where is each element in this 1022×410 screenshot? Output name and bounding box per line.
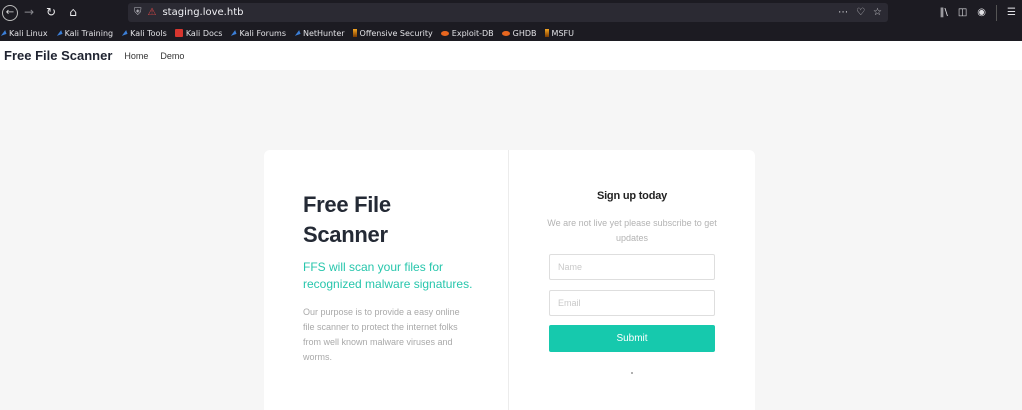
menu-icon[interactable]: ☰: [1007, 7, 1016, 18]
bookmark-exploit-db[interactable]: Exploit-DB: [440, 28, 494, 38]
hero-title: Free File Scanner: [303, 192, 391, 247]
pocket-icon[interactable]: ♡: [856, 7, 865, 18]
bookmark-nethunter[interactable]: NetHunter: [293, 28, 345, 38]
decorative-dot: [631, 372, 633, 374]
site-header: Free File Scanner Home Demo: [0, 41, 1022, 70]
offsec-icon: [352, 29, 357, 37]
toolbar-divider: [996, 4, 998, 21]
submit-button[interactable]: Submit: [549, 325, 715, 352]
url-text[interactable]: staging.love.htb: [162, 7, 243, 18]
bookmark-label: Kali Forums: [239, 28, 286, 38]
signup-note: We are not live yet please subscribe to …: [547, 218, 717, 243]
browser-toolbar: ← → ↻ ⌂ ⛨ ⚠ staging.love.htb ⋯ ♡ ☆ ‖\ ◫ …: [0, 0, 1022, 25]
back-icon[interactable]: ←: [2, 4, 18, 21]
bookmark-label: Kali Training: [64, 28, 114, 38]
bookmark-label: Kali Linux: [9, 28, 48, 38]
hero-panel: Free File Scanner FFS will scan your fil…: [264, 150, 509, 410]
nav-link-demo[interactable]: Demo: [160, 51, 184, 61]
bookmark-kali-linux[interactable]: Kali Linux: [0, 29, 48, 38]
star-icon[interactable]: ☆: [873, 7, 882, 18]
bookmark-kali-docs[interactable]: Kali Docs: [174, 28, 223, 38]
bookmark-kali-tools[interactable]: Kali Tools: [120, 28, 167, 38]
kali-icon: [55, 30, 63, 36]
kali-icon: [293, 30, 301, 36]
bookmark-ghdb[interactable]: GHDB: [501, 28, 537, 38]
bookmark-label: Exploit-DB: [451, 28, 494, 38]
more-icon[interactable]: ⋯: [838, 7, 848, 18]
bookmark-label: Kali Docs: [185, 28, 223, 38]
site-brand[interactable]: Free File Scanner: [4, 48, 112, 63]
main-card: Free File Scanner FFS will scan your fil…: [264, 150, 755, 410]
bookmark-label: Offensive Security: [359, 28, 433, 38]
home-icon[interactable]: ⌂: [62, 0, 84, 25]
bookmark-kali-forums[interactable]: Kali Forums: [229, 28, 286, 38]
signup-title: Sign up today: [596, 190, 668, 202]
bookmark-msfu[interactable]: MSFU: [544, 28, 574, 38]
bookmark-label: MSFU: [551, 28, 574, 38]
forward-icon[interactable]: →: [18, 0, 40, 25]
bookmark-kali-training[interactable]: Kali Training: [55, 28, 114, 38]
red-doc-icon: [174, 29, 183, 37]
bookmarks-bar: Kali Linux Kali Training Kali Tools Kali…: [0, 25, 1022, 41]
account-icon[interactable]: ◉: [977, 7, 986, 18]
sidebar-icon[interactable]: ◫: [958, 7, 967, 18]
reload-icon[interactable]: ↻: [40, 0, 62, 25]
library-icon[interactable]: ‖\: [939, 7, 947, 18]
kali-icon: [120, 30, 128, 36]
bookmark-label: Kali Tools: [130, 28, 167, 38]
insecure-lock-icon[interactable]: ⚠: [148, 7, 157, 18]
signup-panel: Sign up today We are not live yet please…: [509, 150, 755, 410]
shield-icon[interactable]: ⛨: [134, 7, 142, 18]
kali-icon: [229, 30, 237, 36]
exploitdb-icon: [501, 30, 510, 36]
offsec-icon: [544, 29, 549, 37]
bookmark-label: NetHunter: [302, 28, 345, 38]
kali-icon: [0, 30, 7, 36]
hero-description: Our purpose is to provide a easy online …: [303, 307, 460, 362]
name-input[interactable]: [549, 254, 715, 280]
email-input[interactable]: [549, 290, 715, 316]
url-bar[interactable]: ⛨ ⚠ staging.love.htb ⋯ ♡ ☆: [128, 3, 888, 22]
exploitdb-icon: [440, 30, 449, 36]
hero-subtitle: FFS will scan your files for recognized …: [303, 260, 473, 291]
nav-link-home[interactable]: Home: [124, 51, 148, 61]
bookmark-offensive-security[interactable]: Offensive Security: [352, 28, 433, 38]
bookmark-label: GHDB: [512, 28, 537, 38]
